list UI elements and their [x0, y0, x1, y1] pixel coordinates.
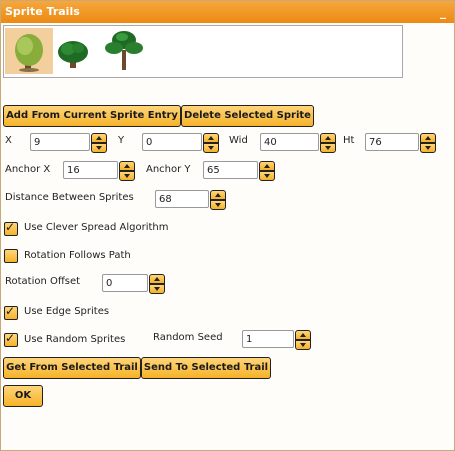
distance-increment-button[interactable] — [210, 190, 226, 200]
ht-increment-button[interactable] — [420, 133, 436, 143]
checkmark-icon: ✓ — [5, 220, 16, 234]
edge-sprites-checkbox[interactable]: ✓ — [4, 304, 18, 320]
random-seed-increment-button[interactable] — [295, 330, 311, 340]
anchor-y-decrement-button[interactable] — [259, 171, 275, 181]
sprite-list[interactable] — [3, 25, 403, 78]
distance-decrement-button[interactable] — [210, 200, 226, 210]
wid-decrement-button[interactable] — [320, 143, 336, 153]
anchor-y-spinner — [203, 161, 275, 181]
anchor-x-label: Anchor X — [5, 164, 51, 175]
wid-increment-button[interactable] — [320, 133, 336, 143]
add-from-current-sprite-button[interactable]: Add From Current Sprite Entry — [3, 105, 181, 127]
send-to-selected-trail-button[interactable]: Send To Selected Trail — [141, 357, 271, 379]
get-from-selected-trail-button[interactable]: Get From Selected Trail — [3, 357, 141, 379]
title-bar[interactable]: Sprite Trails _ — [1, 1, 454, 23]
rotation-offset-input[interactable] — [102, 274, 148, 292]
anchor-x-input[interactable] — [63, 161, 118, 179]
wid-input[interactable] — [260, 133, 319, 151]
y-decrement-button[interactable] — [203, 143, 219, 153]
wid-label: Wid — [229, 135, 248, 146]
checkmark-icon: ✓ — [5, 331, 16, 345]
ht-spinner — [365, 133, 436, 153]
rotation-follows-path-checkbox[interactable] — [4, 249, 18, 263]
x-increment-button[interactable] — [91, 133, 107, 143]
rotation-follows-path-label: Rotation Follows Path — [24, 250, 131, 261]
ht-label: Ht — [343, 135, 355, 146]
clever-spread-label: Use Clever Spread Algorithm — [24, 222, 169, 233]
clever-spread-checkbox[interactable]: ✓ — [4, 220, 18, 236]
edge-sprites-label: Use Edge Sprites — [24, 306, 110, 317]
anchor-y-label: Anchor Y — [146, 164, 191, 175]
window-title: Sprite Trails — [5, 5, 80, 18]
anchor-y-increment-button[interactable] — [259, 161, 275, 171]
anchor-y-input[interactable] — [203, 161, 258, 179]
x-input[interactable] — [30, 133, 90, 151]
y-increment-button[interactable] — [203, 133, 219, 143]
anchor-x-spinner — [63, 161, 135, 181]
distance-spinner — [155, 190, 226, 210]
tree-sprite-icon — [15, 34, 43, 72]
rotation-offset-spinner — [102, 274, 165, 294]
ht-decrement-button[interactable] — [420, 143, 436, 153]
distance-label: Distance Between Sprites — [5, 192, 134, 203]
x-label: X — [5, 135, 12, 146]
random-sprites-label: Use Random Sprites — [24, 334, 126, 345]
rotation-offset-increment-button[interactable] — [149, 274, 165, 284]
anchor-x-increment-button[interactable] — [119, 161, 135, 171]
y-input[interactable] — [142, 133, 202, 151]
minimize-button[interactable]: _ — [438, 6, 448, 19]
ht-input[interactable] — [365, 133, 419, 151]
random-seed-label: Random Seed — [153, 332, 223, 343]
bush-sprite-icon — [58, 41, 88, 68]
anchor-x-decrement-button[interactable] — [119, 171, 135, 181]
distance-input[interactable] — [155, 190, 209, 208]
sprite-trails-window: Sprite Trails _ Add From Current Sprite … — [0, 0, 455, 451]
y-label: Y — [118, 135, 125, 146]
checkmark-icon: ✓ — [5, 304, 16, 318]
palm-tree-sprite-icon — [105, 31, 143, 70]
sprite-item-tree[interactable] — [5, 28, 53, 74]
sprite-item-bush[interactable] — [54, 28, 92, 74]
x-decrement-button[interactable] — [91, 143, 107, 153]
wid-spinner — [260, 133, 336, 153]
random-seed-decrement-button[interactable] — [295, 340, 311, 350]
y-spinner — [142, 133, 219, 153]
sprite-item-palm[interactable] — [100, 28, 148, 74]
random-seed-input[interactable] — [242, 330, 294, 348]
ok-button[interactable]: OK — [3, 385, 43, 407]
random-sprites-checkbox[interactable]: ✓ — [4, 331, 18, 347]
x-spinner — [30, 133, 107, 153]
random-seed-spinner — [242, 330, 311, 350]
delete-selected-sprite-button[interactable]: Delete Selected Sprite — [181, 105, 314, 127]
rotation-offset-decrement-button[interactable] — [149, 284, 165, 294]
rotation-offset-label: Rotation Offset — [5, 276, 81, 287]
